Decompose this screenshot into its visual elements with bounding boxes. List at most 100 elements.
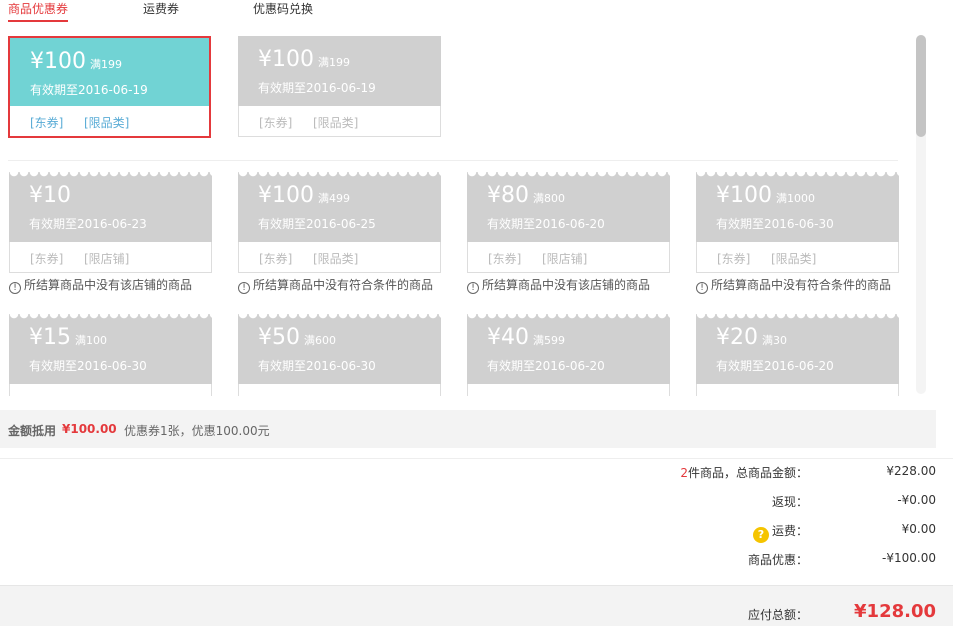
coupon-face: ¥80 满800 有效期至2016-06-20: [467, 172, 670, 242]
coupon-tag: [限品类]: [84, 116, 130, 130]
coupon-unusable-note: ! 所结算商品中没有该店铺的商品: [467, 276, 650, 294]
coupon-amount: ¥80 满800: [487, 183, 565, 208]
coupon-card-disabled: ¥20 满30 有效期至2016-06-20: [696, 314, 899, 396]
coupon-tags: [467, 384, 670, 396]
tab-shipping-coupon[interactable]: 运费券: [143, 0, 179, 18]
coupon-validity: 有效期至2016-06-20: [716, 359, 834, 373]
coupon-tags: [东券] [限品类]: [696, 242, 899, 273]
coupon-validity: 有效期至2016-06-30: [258, 359, 376, 373]
coupon-condition: 满600: [304, 334, 336, 347]
coupon-card[interactable]: ¥100 满199 有效期至2016-06-19 [东券] [限品类]: [238, 36, 441, 138]
coupon-amount: ¥15 满100: [29, 325, 107, 350]
coupon-tag: [东券]: [30, 116, 64, 130]
coupon-tag: [限品类]: [771, 252, 817, 266]
coupon-condition: 满30: [762, 334, 787, 347]
coupon-validity: 有效期至2016-06-23: [29, 217, 147, 231]
section-divider: [8, 160, 898, 161]
cashback-row: 返现： -¥0.00: [0, 490, 953, 510]
coupon-face: ¥10 有效期至2016-06-23: [9, 172, 212, 242]
coupon-face: ¥100 满199 有效期至2016-06-19: [238, 36, 441, 106]
coupon-tag: [限店铺]: [84, 252, 130, 266]
discount-label: 商品优惠：: [747, 553, 808, 567]
coupon-condition: 满800: [533, 192, 565, 205]
coupon-face: ¥40 满599 有效期至2016-06-20: [467, 314, 670, 384]
coupon-unusable-note: ! 所结算商品中没有符合条件的商品: [696, 276, 891, 294]
coupon-amount: ¥100 满199: [258, 47, 350, 72]
discount-row: 商品优惠： -¥100.00: [0, 548, 953, 568]
coupon-condition: 满100: [75, 334, 107, 347]
coupon-validity: 有效期至2016-06-19: [258, 81, 376, 95]
coupon-tags: [东券] [限品类]: [10, 106, 209, 136]
coupon-amount: ¥50 满600: [258, 325, 336, 350]
coupon-card-disabled: ¥15 满100 有效期至2016-06-30: [9, 314, 212, 396]
coupon-face: ¥20 满30 有效期至2016-06-20: [696, 314, 899, 384]
scrollbar-thumb[interactable]: [916, 35, 926, 137]
coupon-condition: 满1000: [776, 192, 815, 205]
coupon-condition: 满199: [318, 56, 350, 69]
exclamation-icon: !: [238, 282, 250, 294]
coupon-tag: [限品类]: [313, 116, 359, 130]
shipping-label: ? 运费：: [752, 522, 808, 543]
items-label: 2件商品，总商品金额：: [680, 466, 808, 480]
divider-line: [0, 458, 953, 459]
coupon-tag: [东券]: [259, 252, 293, 266]
payable-label: 应付总额：: [747, 608, 808, 622]
tab-code-redeem[interactable]: 优惠码兑换: [253, 0, 313, 18]
coupon-amount: ¥20 满30: [716, 325, 787, 350]
coupon-card-disabled: ¥80 满800 有效期至2016-06-20 [东券] [限店铺]: [467, 172, 670, 274]
coupon-tags: [东券] [限品类]: [238, 242, 441, 273]
coupon-validity: 有效期至2016-06-20: [487, 217, 605, 231]
coupon-card-disabled: ¥10 有效期至2016-06-23 [东券] [限店铺]: [9, 172, 212, 274]
summary-label: 金额抵用: [8, 424, 57, 438]
coupon-condition: 满199: [90, 58, 122, 71]
coupon-unusable-note: ! 所结算商品中没有符合条件的商品: [238, 276, 433, 294]
coupon-tags: [696, 384, 899, 396]
coupon-validity: 有效期至2016-06-30: [716, 217, 834, 231]
cashback-label: 返现：: [771, 495, 808, 509]
exclamation-icon: !: [696, 282, 708, 294]
coupon-tag: [东券]: [259, 116, 293, 130]
coupon-tabs: 商品优惠券 运费券 优惠码兑换: [0, 0, 936, 22]
coupon-tags: [东券] [限品类]: [238, 106, 441, 137]
shipping-row: ? 运费： ¥0.00: [0, 519, 953, 543]
coupon-amount: ¥100 满199: [30, 49, 122, 74]
coupon-validity: 有效期至2016-06-20: [487, 359, 605, 373]
coupon-face: ¥100 满1000 有效期至2016-06-30: [696, 172, 899, 242]
coupon-face: ¥50 满600 有效期至2016-06-30: [238, 314, 441, 384]
coupon-tags: [9, 384, 212, 396]
coupon-amount: ¥100 满499: [258, 183, 350, 208]
coupon-card-selected[interactable]: ¥100 满199 有效期至2016-06-19 [东券] [限品类]: [8, 36, 211, 138]
coupon-tags: [东券] [限店铺]: [467, 242, 670, 273]
coupon-scrollbar[interactable]: [916, 35, 926, 394]
tab-goods-coupon[interactable]: 商品优惠券: [8, 0, 69, 22]
coupon-unusable-note: ! 所结算商品中没有该店铺的商品: [9, 276, 192, 294]
summary-detail: 优惠券1张，优惠100.00元: [124, 424, 270, 438]
coupon-card-disabled: ¥100 满1000 有效期至2016-06-30 [东券] [限品类]: [696, 172, 899, 274]
cashback-value: -¥0.00: [897, 493, 936, 507]
coupon-amount: ¥40 满599: [487, 325, 565, 350]
coupon-amount: ¥100 满1000: [716, 183, 815, 208]
payable-value: ¥128.00: [854, 601, 936, 622]
coupon-tags: [238, 384, 441, 396]
coupon-tag: [东券]: [488, 252, 522, 266]
coupon-validity: 有效期至2016-06-25: [258, 217, 376, 231]
question-icon[interactable]: ?: [752, 527, 769, 543]
item-count: 2: [680, 466, 688, 480]
items-value: ¥228.00: [886, 464, 936, 478]
coupon-tag: [限品类]: [313, 252, 359, 266]
coupon-amount: ¥10: [29, 183, 71, 208]
coupon-card-disabled: ¥40 满599 有效期至2016-06-20: [467, 314, 670, 396]
coupon-tag: [东券]: [30, 252, 64, 266]
total-items-row: 2件商品，总商品金额： ¥228.00: [0, 461, 953, 481]
coupon-tag: [限店铺]: [542, 252, 588, 266]
coupon-condition: 满599: [533, 334, 565, 347]
summary-amount: ¥100.00: [62, 422, 117, 436]
discount-value: -¥100.00: [882, 551, 936, 565]
shipping-value: ¥0.00: [901, 522, 936, 536]
exclamation-icon: !: [9, 282, 21, 294]
coupon-face: ¥100 满199 有效期至2016-06-19: [10, 38, 209, 106]
payable-bar: 应付总额： ¥128.00: [0, 585, 953, 626]
coupon-face: ¥15 满100 有效期至2016-06-30: [9, 314, 212, 384]
coupon-condition: 满499: [318, 192, 350, 205]
coupon-summary-bar: 金额抵用 ¥100.00 优惠券1张，优惠100.00元: [0, 410, 936, 448]
